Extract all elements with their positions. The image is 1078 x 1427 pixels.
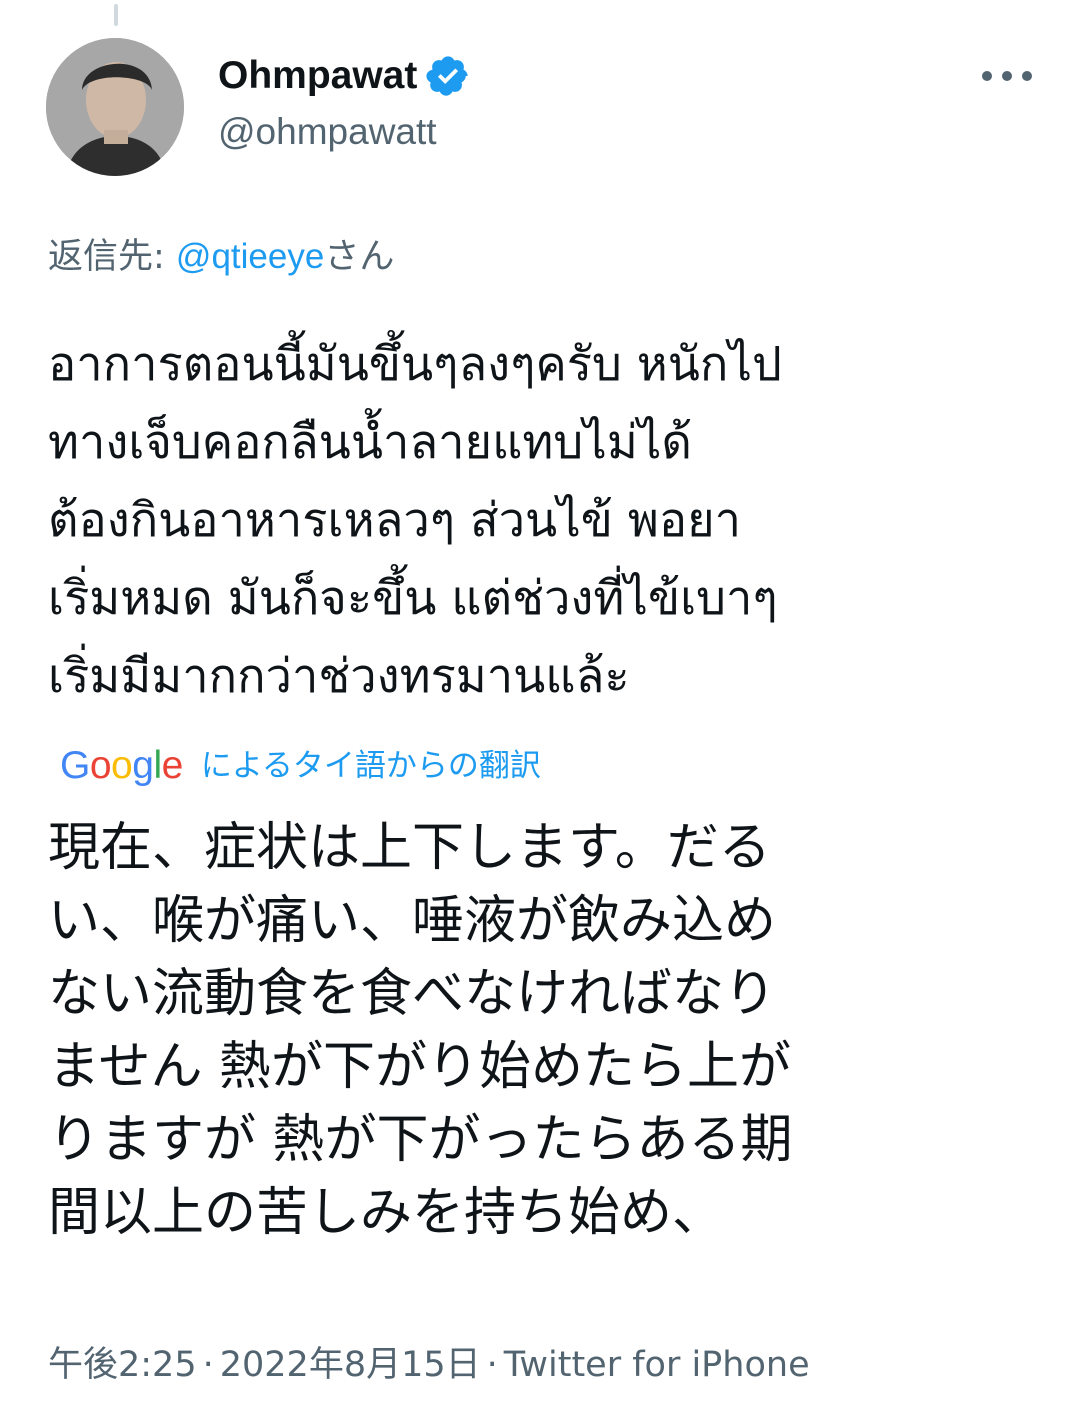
tweet-original-text: อาการตอนนี้มันขึ้นๆลงๆครับ หนักไป ทางเจ็… bbox=[48, 326, 1038, 716]
translated-line: ない流動食を食べなければなり bbox=[48, 964, 777, 1024]
display-name-row[interactable]: Ohmpawat bbox=[218, 52, 471, 100]
avatar[interactable] bbox=[46, 38, 184, 176]
translated-line: 間以上の苦しみを持ち始め、 bbox=[48, 1183, 725, 1243]
more-dot bbox=[1002, 71, 1012, 81]
more-dot bbox=[1022, 71, 1032, 81]
reply-mention-link[interactable]: @qtieeye bbox=[176, 237, 324, 276]
more-dot bbox=[982, 71, 992, 81]
original-line: ต้องกินอาหารเหลวๆ ส่วนไข้ พอยา bbox=[48, 493, 741, 548]
tweet-translated-text: 現在、症状は上下します。だる い、喉が痛い、唾液が飲み込め ない流動食を食べなけ… bbox=[48, 812, 1038, 1250]
display-name[interactable]: Ohmpawat bbox=[218, 52, 417, 100]
translated-line: りますが 熱が下がったらある期 bbox=[48, 1110, 793, 1170]
translated-line: ません 熱が下がり始めたら上が bbox=[48, 1037, 791, 1097]
tweet-time[interactable]: 午後2:25 bbox=[48, 1345, 197, 1385]
reply-suffix: さん bbox=[324, 237, 395, 277]
translation-attribution[interactable]: Google によるタイ語からの翻訳 bbox=[60, 740, 541, 792]
thread-connector-line bbox=[114, 4, 118, 26]
original-line: เริ่มหมด มันก็จะขึ้น แต่ช่วงที่ไข้เบาๆ bbox=[48, 571, 778, 626]
user-handle[interactable]: @ohmpawatt bbox=[218, 108, 437, 156]
avatar-image bbox=[46, 38, 184, 176]
meta-separator: · bbox=[486, 1345, 498, 1385]
more-options-icon[interactable] bbox=[982, 56, 1032, 96]
google-logo: Google bbox=[60, 744, 183, 787]
translated-line: 現在、症状は上下します。だる bbox=[48, 818, 771, 878]
translated-line: い、喉が痛い、唾液が飲み込め bbox=[48, 891, 777, 951]
tweet-source[interactable]: Twitter for iPhone bbox=[504, 1345, 810, 1385]
original-line: เริ่มมีมากกว่าช่วงทรมานแล้ะ bbox=[48, 649, 630, 704]
verified-badge-icon bbox=[425, 53, 471, 99]
translation-label[interactable]: によるタイ語からの翻訳 bbox=[201, 740, 541, 792]
meta-separator: · bbox=[202, 1345, 214, 1385]
tweet-meta: 午後2:25 · 2022年8月15日 · Twitter for iPhone bbox=[48, 1340, 810, 1390]
tweet-date[interactable]: 2022年8月15日 bbox=[220, 1345, 481, 1385]
original-line: อาการตอนนี้มันขึ้นๆลงๆครับ หนักไป bbox=[48, 337, 782, 392]
original-line: ทางเจ็บคอกลืนน้ำลายแทบไม่ได้ bbox=[48, 415, 692, 470]
reply-prefix: 返信先: bbox=[48, 237, 176, 277]
reply-to-line: 返信先: @qtieeyeさん bbox=[48, 232, 394, 282]
